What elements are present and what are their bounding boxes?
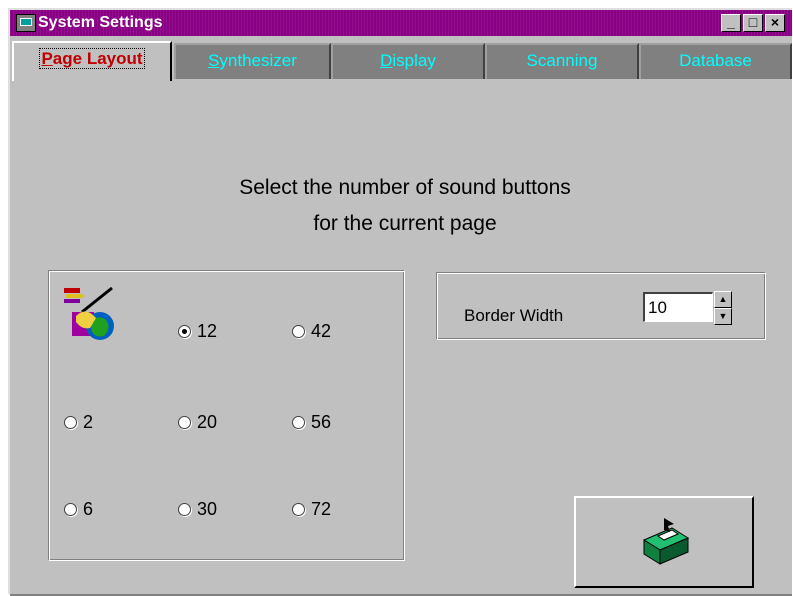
radio-label: 56 [311,412,332,432]
radio-indicator [178,416,191,429]
radio-label: 6 [83,499,94,519]
spin-down-button[interactable]: ▼ [714,308,732,325]
tab-synthesizer-label: Synthesizer [208,51,297,70]
spin-up-button[interactable]: ▲ [714,291,732,308]
radio-indicator [64,416,77,429]
tab-display-label: Display [380,51,436,70]
radio-42[interactable]: 42 [292,321,331,342]
radio-2[interactable]: 2 [64,412,93,433]
border-width-label: Border Width [464,306,564,325]
tab-synthesizer[interactable]: Synthesizer [174,43,331,79]
radio-30[interactable]: 30 [178,499,217,520]
tab-scanning-label: Scanning [526,51,598,70]
radio-72[interactable]: 72 [292,499,331,520]
radio-6[interactable]: 6 [64,499,93,520]
radio-56[interactable]: 56 [292,412,331,433]
tab-database[interactable]: Database [639,43,792,79]
radio-label: 20 [197,412,218,432]
computer-icon[interactable] [16,14,36,32]
apply-button[interactable] [574,496,754,588]
instruction-text: Select the number of sound buttons for t… [170,170,640,242]
box-apply-icon [642,518,690,565]
tab-display[interactable]: Display [331,43,485,79]
tab-page-layout-label: Page Layout [39,48,145,69]
radio-label: 72 [311,499,332,519]
border-width-spinner: ▲ ▼ [714,291,732,325]
radio-indicator [178,503,191,516]
tab-scanning[interactable]: Scanning [485,43,639,79]
radio-indicator [292,325,305,338]
system-settings-window: System Settings _ □ × Page Layout Synthe… [8,8,792,596]
border-width-input[interactable] [643,292,713,322]
radio-12[interactable]: 12 [178,321,217,342]
title-bar[interactable]: System Settings _ □ × [10,10,792,36]
instruction-line-1: Select the number of sound buttons [239,176,571,199]
tab-database-label: Database [679,51,752,70]
radio-label: 2 [83,412,94,432]
close-button[interactable]: × [765,14,785,32]
maximize-button[interactable]: □ [743,14,763,32]
tab-page-layout[interactable]: Page Layout [12,41,172,81]
radio-indicator [292,416,305,429]
tab-strip: Page Layout Synthesizer Display Scanning… [10,38,792,81]
radio-indicator [64,503,77,516]
radio-20[interactable]: 20 [178,412,217,433]
window-title: System Settings [38,14,163,31]
radio-label: 30 [197,499,218,519]
radio-label: 12 [197,321,218,341]
radio-label: 42 [311,321,332,341]
radio-indicator [292,503,305,516]
radio-indicator [178,325,191,338]
minimize-button[interactable]: _ [721,14,741,32]
page-layout-clipart-icon [64,286,114,340]
instruction-line-2: for the current page [313,212,497,235]
